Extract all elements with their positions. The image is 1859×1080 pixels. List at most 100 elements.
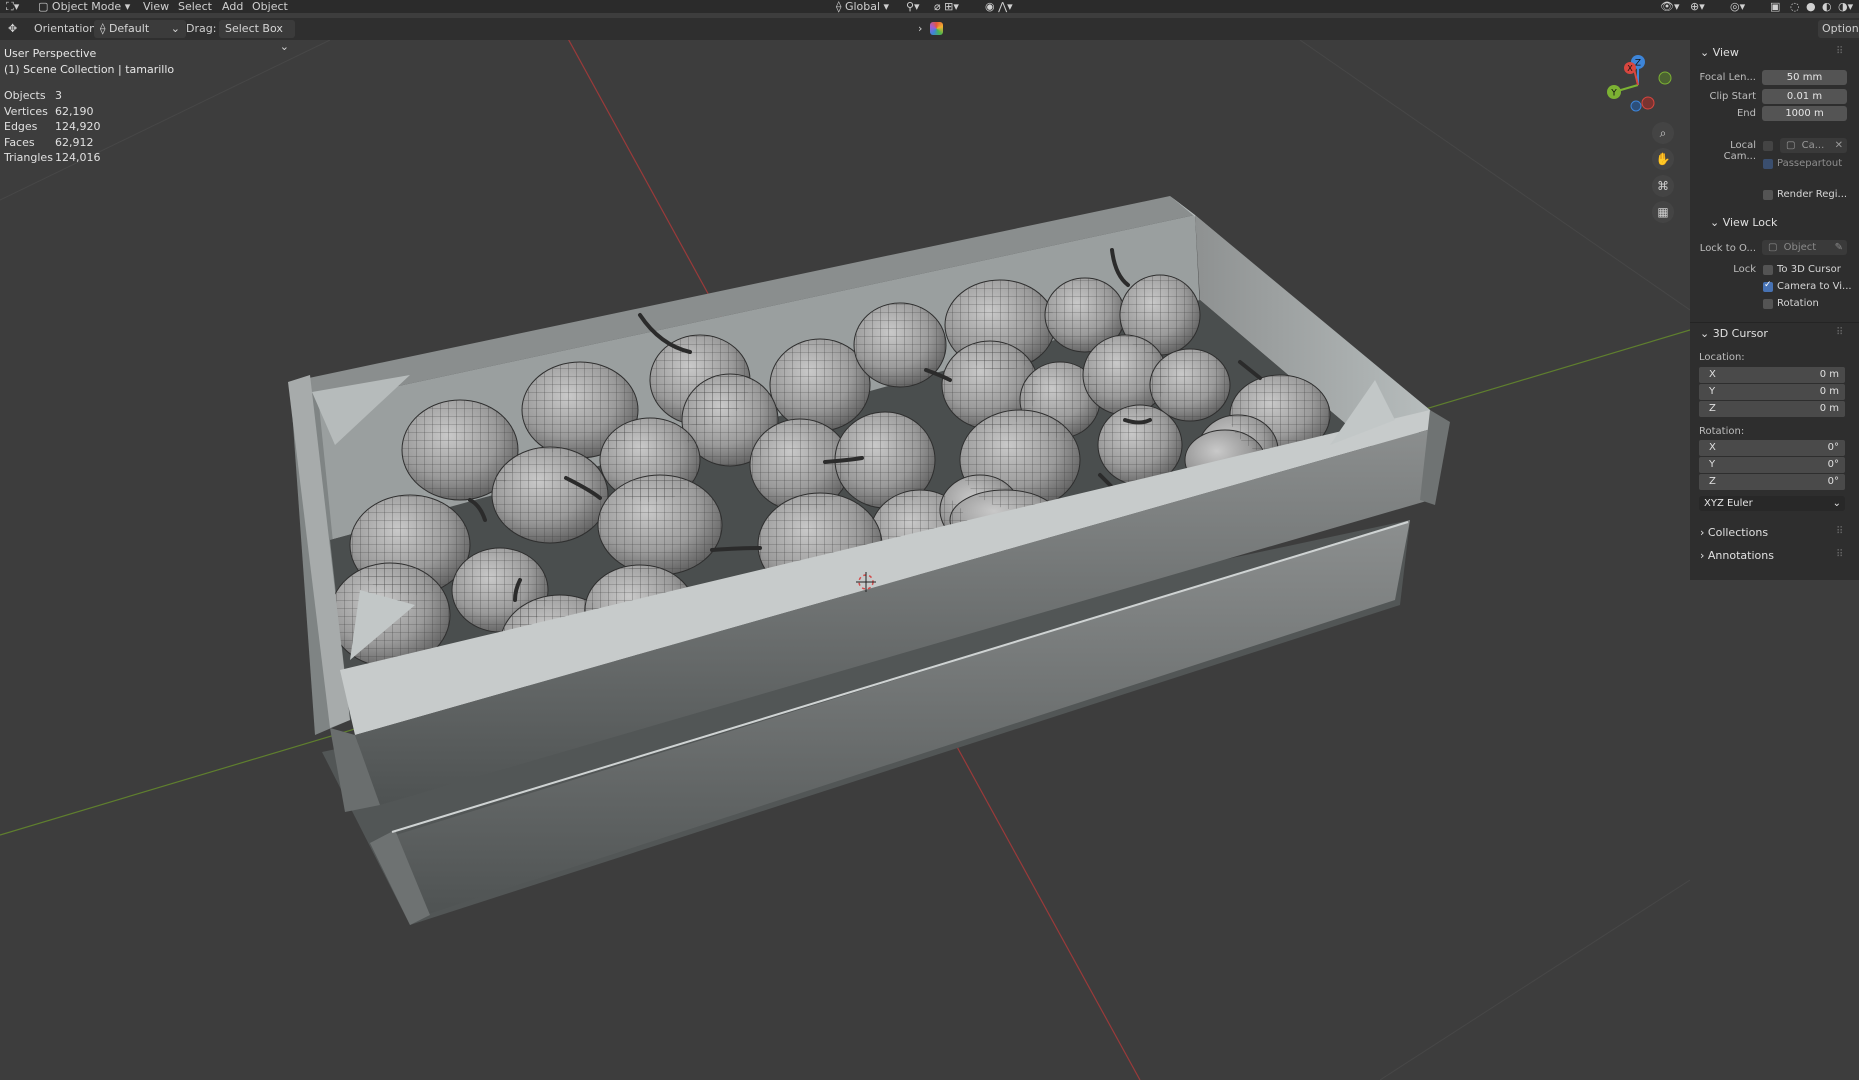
gizmo-x-label: X (1627, 64, 1633, 73)
annotations-panel-title: Annotations (1707, 549, 1774, 562)
drag-handle-icon[interactable]: ⠿ (1836, 46, 1843, 57)
menu-add[interactable]: Add (222, 0, 243, 13)
move-tool-icon[interactable]: ✥ (8, 20, 17, 38)
gizmo-neg-z-handle[interactable] (1630, 100, 1642, 112)
pan-hand-icon[interactable]: ✋ (1652, 148, 1674, 170)
lock-label: Lock (1733, 264, 1756, 275)
stat-row: Objects 3 (4, 89, 62, 102)
cursor-rotation-z[interactable]: Z 0° (1699, 474, 1845, 490)
shading-solid-icon[interactable]: ● (1806, 0, 1816, 13)
mode-dropdown[interactable]: ▢ Object Mode ▾ (38, 0, 130, 13)
drag-handle-icon[interactable]: ⠿ (1836, 327, 1843, 338)
cursor-location-z[interactable]: Z0 m (1699, 401, 1845, 417)
xray-icon[interactable]: ▣ (1770, 0, 1780, 13)
orientation-dropdown-icon: ⟠ (100, 22, 106, 35)
lock-to-object-label: Lock to O... (1699, 243, 1756, 254)
checkmark-icon: ✓ (1764, 280, 1772, 290)
ortho-grid-icon[interactable]: ▦ (1652, 201, 1674, 223)
location-label: Location: (1699, 352, 1745, 363)
visibility-icon[interactable]: 👁▾ (1660, 0, 1680, 13)
viewport-scene[interactable] (0, 40, 1690, 1080)
lock-rotation-checkbox[interactable] (1763, 299, 1773, 309)
chevron-right-icon: › (1700, 549, 1705, 562)
shading-wireframe-icon[interactable]: ◌ (1790, 0, 1800, 13)
chevron-down-icon: ⌄ (1700, 46, 1710, 59)
camera-to-view-checkbox[interactable]: ✓ (1763, 280, 1773, 292)
rotation-mode-dropdown[interactable]: XYZ Euler ⌄ (1699, 496, 1845, 511)
drag-handle-icon[interactable]: ⠿ (1836, 526, 1843, 537)
orientation-value: Default (108, 22, 150, 35)
navigation-gizmo[interactable]: Z Y X (1600, 50, 1680, 125)
orientation-icon: ⟠ (836, 0, 842, 13)
drag-value: Select Box (225, 22, 283, 35)
cursor-rotation-x[interactable]: X 0° (1699, 440, 1845, 456)
menu-view[interactable]: View (143, 0, 169, 13)
gizmo-neg-y-handle[interactable] (1658, 71, 1672, 85)
eyedropper-icon[interactable]: ✎ (1835, 240, 1843, 255)
orientation-dropdown[interactable]: ⟠ Default ⌄ (94, 20, 186, 38)
gizmo-toggle-icon[interactable]: ⊕▾ (1690, 0, 1705, 13)
panel-divider (1690, 322, 1859, 323)
view-panel-header[interactable]: ⌄ View (1700, 46, 1739, 59)
collections-panel-title: Collections (1707, 526, 1769, 539)
clip-end-label: End (1736, 108, 1756, 119)
local-camera-field[interactable]: ▢ Ca... ✕ (1780, 138, 1847, 153)
chevron-down-icon: ⌄ (170, 22, 180, 35)
proportional-editing-icon[interactable]: ◉ ⋀▾ (985, 0, 1013, 13)
local-camera-value: Ca... (1801, 140, 1825, 151)
lock-rotation-label: Rotation (1777, 298, 1819, 309)
options-button[interactable]: Options (1818, 20, 1859, 38)
mode-label: Object Mode (51, 0, 122, 13)
lock-to-cursor-checkbox[interactable] (1763, 265, 1773, 275)
editor-type-icon[interactable]: ⛶▾ (6, 0, 19, 13)
chevron-down-icon: ⌄ (1832, 498, 1841, 509)
menu-object[interactable]: Object (252, 0, 288, 13)
local-camera-checkbox[interactable] (1763, 141, 1773, 151)
drag-dropdown[interactable]: Select Box ⌄ (219, 20, 295, 53)
transform-orientation-dropdown[interactable]: ⟠ Global ▾ (836, 0, 889, 13)
zoom-icon[interactable]: ⌕ (1652, 122, 1674, 144)
collections-panel-header[interactable]: › Collections (1700, 526, 1768, 539)
view-lock-header[interactable]: ⌄ View Lock (1710, 216, 1777, 229)
clear-icon[interactable]: ✕ (1835, 138, 1843, 153)
render-region-checkbox[interactable] (1763, 190, 1773, 200)
lock-to-cursor-label: To 3D Cursor (1777, 264, 1841, 275)
passepartout-checkbox[interactable] (1763, 159, 1773, 169)
transform-orientation-label: Global (844, 0, 881, 13)
clip-end-field[interactable]: 1000 m (1762, 106, 1847, 121)
object-icon: ▢ (1768, 242, 1778, 253)
view-lock-title: View Lock (1722, 216, 1778, 229)
pivot-icon[interactable]: ⚲▾ (906, 0, 920, 13)
view-panel-title: View (1712, 46, 1739, 59)
chevron-down-icon: ⌄ (1710, 216, 1720, 229)
shading-material-icon[interactable]: ◐ (1822, 0, 1832, 13)
asset-shelf-icon[interactable] (930, 22, 943, 35)
rotation-mode-value: XYZ Euler (1704, 498, 1753, 509)
gizmo-y-label: Y (1610, 89, 1617, 99)
gizmo-neg-x-handle[interactable] (1641, 96, 1655, 110)
scene-statistics: Objects 3 Vertices 62,190 Edges 124,920 Fac… (4, 88, 101, 166)
snap-icon[interactable]: ⌀ ⊞▾ (934, 0, 959, 13)
lock-to-object-field[interactable]: ▢ Object ✎ (1762, 240, 1847, 255)
cursor-panel-header[interactable]: ⌄ 3D Cursor (1700, 327, 1768, 340)
focal-length-label: Focal Len... (1699, 72, 1756, 83)
cursor-panel-title: 3D Cursor (1712, 327, 1768, 340)
stat-row: Faces 62,912 (4, 135, 94, 149)
menu-select[interactable]: Select (178, 0, 212, 13)
cursor-rotation-y[interactable]: Y 0° (1699, 457, 1845, 473)
chevron-right-icon: › (1700, 526, 1705, 539)
drag-handle-icon[interactable]: ⠿ (1836, 549, 1843, 560)
stat-row: Vertices 62,190 (4, 104, 94, 118)
camera-view-icon[interactable]: ⌘ (1652, 175, 1674, 197)
cursor-location-y[interactable]: Y0 m (1699, 384, 1845, 400)
annotations-panel-header[interactable]: › Annotations (1700, 549, 1774, 562)
focal-length-field[interactable]: 50 mm (1762, 70, 1847, 85)
camera-to-view-label: Camera to Vi... (1777, 281, 1852, 292)
overlay-toggle-icon[interactable]: ◎▾ (1730, 0, 1745, 13)
cursor-location-x[interactable]: X0 m (1699, 367, 1845, 383)
shading-rendered-icon[interactable]: ◑▾ (1838, 0, 1853, 13)
expand-toolbar-icon[interactable]: › (918, 20, 922, 38)
clip-start-field[interactable]: 0.01 m (1762, 89, 1847, 104)
orientation-label: Orientation: (34, 22, 100, 35)
stat-row: Edges 124,920 (4, 120, 101, 134)
